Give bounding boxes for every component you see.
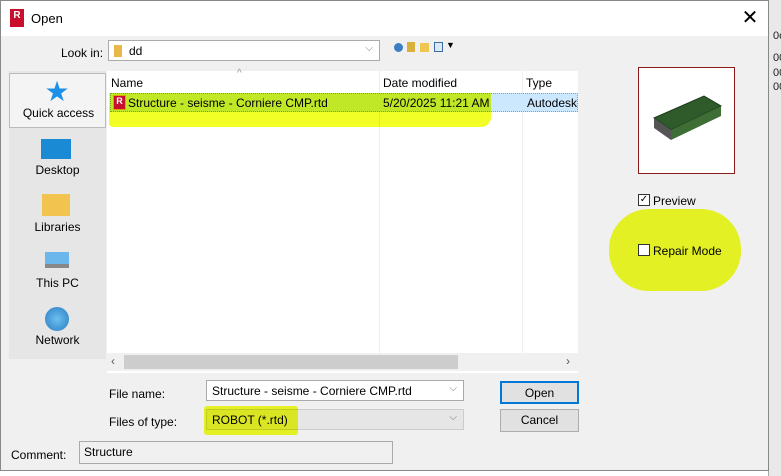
file-type-select[interactable]: ROBOT (*.rtd) ⌵ [206, 409, 464, 430]
chevron-down-icon[interactable]: ⌵ [449, 412, 457, 423]
robot-app-icon: R [10, 9, 24, 27]
scroll-left-icon[interactable]: ‹ [111, 354, 115, 368]
dropdown-arrow-icon[interactable]: ▼ [446, 40, 455, 50]
scrollbar-thumb[interactable] [124, 355, 458, 369]
structure-thumbnail [652, 95, 723, 140]
horizontal-scrollbar[interactable]: ‹ › [107, 353, 578, 371]
place-quick-access[interactable]: ★ Quick access [9, 73, 106, 128]
comment-field: Structure [79, 441, 393, 464]
view-menu-icon[interactable] [434, 42, 443, 52]
up-folder-icon[interactable] [407, 42, 415, 52]
file-name-value: Structure - seisme - Corniere CMP.rtd [212, 384, 412, 398]
new-folder-icon[interactable] [420, 43, 429, 52]
look-in-label: Look in: [61, 46, 104, 60]
libraries-icon [42, 194, 70, 216]
desktop-icon [41, 139, 71, 159]
bg-text: 00 [773, 52, 781, 64]
column-header-date[interactable]: Date modified [379, 71, 522, 93]
file-name-input[interactable]: Structure - seisme - Corniere CMP.rtd ⌵ [206, 380, 464, 401]
file-name-label: File name: [109, 387, 166, 401]
place-label: Libraries [34, 220, 81, 234]
column-header-name[interactable]: Name [107, 71, 379, 93]
file-date: 5/20/2025 11:21 AM [383, 96, 490, 110]
column-header-type[interactable]: Type [522, 71, 578, 93]
preview-label: Preview [653, 194, 696, 208]
title-bar: R Open ✕ [1, 1, 768, 36]
scroll-right-icon[interactable]: › [566, 354, 570, 368]
place-label: Desktop [35, 163, 80, 177]
back-icon[interactable] [394, 43, 403, 52]
comment-label: Comment: [11, 448, 67, 462]
places-bar: ★ Quick access Desktop Libraries This PC… [9, 71, 106, 359]
place-this-pc[interactable]: This PC [9, 244, 106, 299]
file-type: Autodesk [527, 96, 578, 110]
column-divider [379, 71, 380, 353]
background-app: 0o 00 00 00 [768, 0, 781, 476]
column-divider [522, 71, 523, 353]
file-type-value: ROBOT (*.rtd) [212, 413, 288, 427]
file-type-label: Files of type: [109, 415, 178, 429]
chevron-down-icon: ⌵ [365, 43, 373, 54]
place-label: Quick access [22, 106, 95, 120]
rtd-file-icon: R [113, 95, 126, 110]
open-button[interactable]: Open [500, 381, 579, 404]
place-network[interactable]: Network [9, 301, 106, 356]
folder-icon [114, 45, 122, 57]
place-libraries[interactable]: Libraries [9, 188, 106, 243]
preview-checkbox[interactable]: ✓ [638, 194, 650, 206]
close-button[interactable]: ✕ [736, 5, 764, 31]
window-title: Open [31, 11, 63, 26]
chevron-down-icon[interactable]: ⌵ [449, 383, 457, 394]
look-in-value: dd [129, 44, 143, 58]
open-dialog: R Open ✕ Look in: dd ⌵ ▼ ★ Quick access … [0, 0, 769, 471]
repair-mode-checkbox[interactable] [638, 244, 650, 256]
file-row[interactable]: R Structure - seisme - Corniere CMP.rtd … [110, 93, 578, 112]
preview-pane [638, 67, 735, 174]
computer-icon [45, 252, 69, 268]
repair-mode-label: Repair Mode [653, 244, 722, 258]
toolbar: ▼ [394, 40, 456, 55]
file-name: Structure - seisme - Corniere CMP.rtd [128, 96, 328, 110]
bg-text: 00 [773, 81, 781, 93]
look-in-combo[interactable]: dd ⌵ [108, 40, 380, 61]
star-icon: ★ [44, 76, 70, 107]
place-label: Network [35, 333, 80, 347]
network-icon [45, 307, 69, 331]
bg-text: 00 [773, 67, 781, 79]
place-desktop[interactable]: Desktop [9, 131, 106, 186]
file-list[interactable]: ^ Name Date modified Type R Structure - … [107, 68, 578, 373]
cancel-button[interactable]: Cancel [500, 409, 579, 432]
bg-text: 0o [773, 30, 781, 42]
place-label: This PC [36, 276, 79, 290]
